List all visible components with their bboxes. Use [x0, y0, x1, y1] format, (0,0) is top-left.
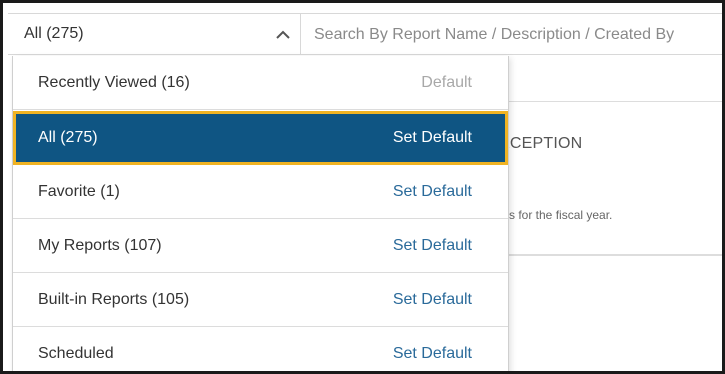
report-list-screen: XCEPTION s for the fiscal year. All (275… — [0, 0, 725, 374]
dropdown-item-favorite[interactable]: Favorite (1) Set Default — [13, 165, 508, 219]
set-default-link[interactable]: Set Default — [393, 291, 472, 309]
report-card-description: s for the fiscal year. — [509, 208, 613, 222]
dropdown-item-label: Scheduled — [38, 345, 114, 362]
dropdown-item-recently-viewed[interactable]: Recently Viewed (16) Default — [13, 56, 508, 110]
filter-dropdown-menu: Recently Viewed (16) Default All (275) S… — [12, 56, 509, 371]
set-default-link[interactable]: Set Default — [393, 183, 472, 201]
dropdown-item-built-in-reports[interactable]: Built-in Reports (105) Set Default — [13, 273, 508, 327]
set-default-link[interactable]: Set Default — [393, 345, 472, 363]
dropdown-item-label: All (275) — [38, 129, 98, 146]
report-filter-select[interactable]: All (275) — [8, 14, 301, 55]
toolbar: All (275) — [8, 13, 722, 55]
dropdown-item-label: Recently Viewed (16) — [38, 74, 190, 91]
filter-selected-label: All (275) — [24, 25, 84, 42]
dropdown-item-my-reports[interactable]: My Reports (107) Set Default — [13, 219, 508, 273]
default-indicator: Default — [421, 74, 472, 91]
report-card-title: XCEPTION — [499, 135, 583, 152]
dropdown-item-label: My Reports (107) — [38, 237, 162, 254]
dropdown-item-all[interactable]: All (275) Set Default — [13, 111, 508, 165]
dropdown-item-label: Built-in Reports (105) — [38, 291, 190, 308]
set-default-link[interactable]: Set Default — [393, 129, 472, 147]
set-default-link[interactable]: Set Default — [393, 237, 472, 255]
dropdown-item-label: Favorite (1) — [38, 183, 120, 200]
dropdown-item-scheduled[interactable]: Scheduled Set Default — [13, 327, 508, 371]
chevron-up-icon[interactable] — [274, 27, 292, 41]
search-input[interactable] — [302, 14, 722, 55]
